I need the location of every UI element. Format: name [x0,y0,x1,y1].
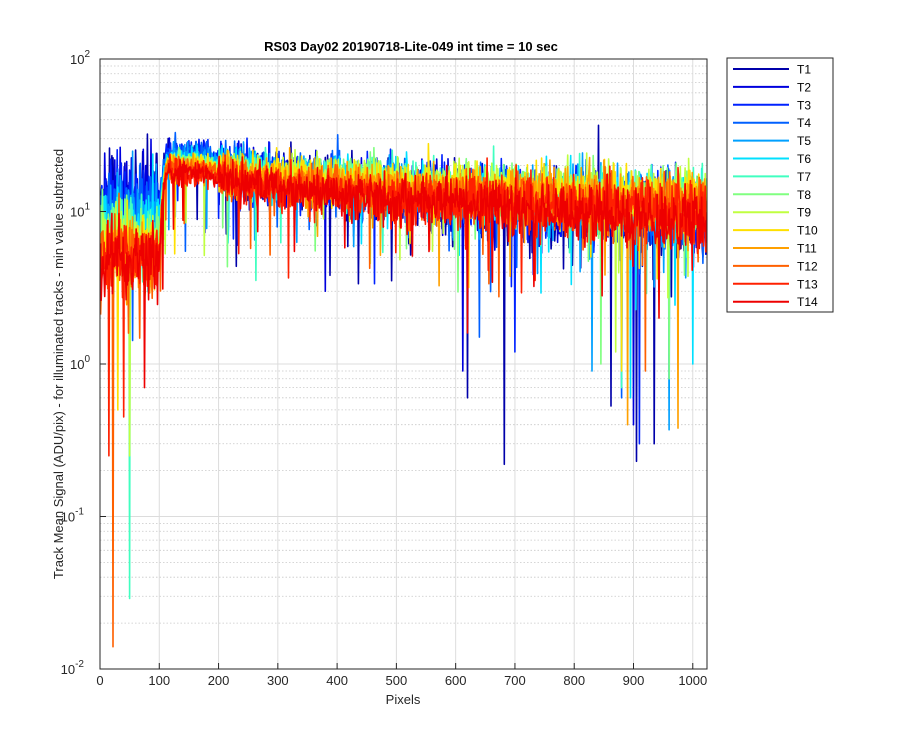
legend-label-t6: T6 [797,152,811,166]
legend-label-t9: T9 [797,206,811,220]
x-axis-label: Pixels [386,692,421,707]
legend-label-t1: T1 [797,63,811,77]
legend-label-t4: T4 [797,116,811,130]
legend-label-t2: T2 [797,80,811,94]
x-tick-label: 700 [504,673,526,688]
chart-title: RS03 Day02 20190718-Lite-049 int time = … [264,39,558,54]
legend: T1 T2 T3 T4 T5 T6 T7 T8 T9 T10 T11 T12 T13 T14 [726,57,834,313]
legend-label-t13: T13 [797,277,818,291]
legend-label-t14: T14 [797,295,818,309]
x-tick-label: 200 [208,673,230,688]
plot-axes: 0 100 200 300 400 500 600 700 800 900 1000 10-210-… [61,49,708,688]
x-tick-label: 1000 [678,673,707,688]
legend-label-t3: T3 [797,98,811,112]
x-tick-label: 400 [326,673,348,688]
x-tick-label: 300 [267,673,289,688]
legend-box [726,57,834,313]
legend-label-t8: T8 [797,188,811,202]
x-tick-label: 500 [386,673,408,688]
chart-figure: RS03 Day02 20190718-Lite-049 int time = … [0,0,900,750]
legend-label-t7: T7 [797,170,811,184]
legend-label-t10: T10 [797,224,818,238]
legend-label-t5: T5 [797,134,811,148]
x-tick-label: 0 [96,673,103,688]
x-tick-label: 100 [148,673,170,688]
x-tick-label: 600 [445,673,467,688]
x-tick-label: 800 [563,673,585,688]
y-axis-label: Track Mean Signal (ADU/pix) - for illumi… [51,149,66,579]
legend-label-t12: T12 [797,259,818,273]
x-tick-label: 900 [623,673,645,688]
legend-label-t11: T11 [797,242,817,256]
